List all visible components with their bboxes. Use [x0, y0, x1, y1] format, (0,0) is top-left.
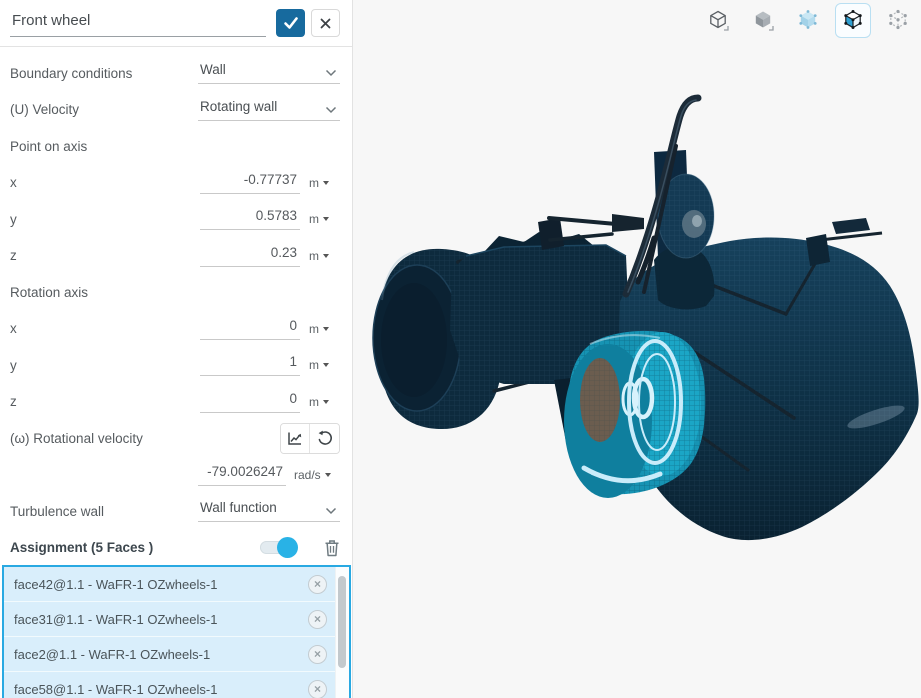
rotation-x-input[interactable]: 0 [200, 318, 300, 340]
point-on-axis-section: Point on axis [10, 128, 340, 165]
remove-face-button[interactable]: × [308, 609, 327, 629]
car-model[interactable] [354, 0, 921, 698]
point-z-unit-dropdown[interactable]: m [300, 249, 340, 263]
boundary-conditions-row: Boundary conditions Wall [10, 55, 340, 92]
view-mesh-cube-icon[interactable] [835, 3, 871, 38]
rotation-z-unit-dropdown[interactable]: m [300, 395, 340, 409]
panel-header: Front wheel [0, 0, 352, 47]
face-list-item[interactable]: face42@1.1 - WaFR-1 OZwheels-1 × [4, 567, 335, 602]
y-label: y [10, 357, 17, 373]
scrollbar-thumb[interactable] [338, 576, 346, 668]
rotational-velocity-value-row: -79.0026247 rad/s [10, 457, 340, 494]
point-x-input[interactable]: -0.77737 [200, 172, 300, 194]
x-label: x [10, 321, 17, 337]
point-y-unit-dropdown[interactable]: m [300, 212, 340, 226]
chevron-down-icon [325, 70, 337, 77]
formula-table-input-button[interactable] [281, 423, 310, 453]
turbulence-wall-row: Turbulence wall Wall function [10, 493, 340, 530]
assignment-row: Assignment (5 Faces ) [10, 530, 340, 567]
caret-down-icon [323, 253, 329, 258]
face-list-item[interactable]: face2@1.1 - WaFR-1 OZwheels-1 × [4, 637, 335, 672]
z-label: z [10, 248, 17, 264]
boundary-conditions-select[interactable]: Wall [198, 62, 340, 85]
caret-down-icon [323, 363, 329, 368]
remove-face-button[interactable]: × [308, 679, 327, 698]
view-mode-toolbar [700, 3, 916, 38]
rotational-velocity-input[interactable]: -79.0026247 [198, 464, 286, 486]
toggle-knob [277, 537, 298, 559]
point-x-row: x -0.77737 m [10, 165, 340, 202]
boundary-condition-panel: Front wheel Boundary conditions Wall (U)… [0, 0, 353, 698]
rotation-y-input[interactable]: 1 [200, 354, 300, 377]
rotational-velocity-row: (ω) Rotational velocity [10, 420, 340, 457]
assignment-toggle[interactable] [260, 537, 298, 559]
bc-name-input[interactable]: Front wheel [10, 9, 266, 38]
rotation-x-unit-dropdown[interactable]: m [300, 322, 340, 336]
point-x-unit-dropdown[interactable]: m [300, 176, 340, 190]
rotation-y-row: y 1 m [10, 347, 340, 384]
rotation-x-row: x 0 m [10, 311, 340, 348]
point-z-row: z 0.23 m [10, 238, 340, 275]
assignment-face-list: face42@1.1 - WaFR-1 OZwheels-1 × face31@… [2, 565, 351, 698]
x-label: x [10, 175, 17, 191]
face-rows: face42@1.1 - WaFR-1 OZwheels-1 × face31@… [4, 567, 335, 698]
remove-face-button[interactable]: × [308, 644, 327, 664]
y-label: y [10, 211, 17, 227]
chevron-down-icon [325, 508, 337, 515]
caret-down-icon [323, 180, 329, 185]
assignment-label: Assignment (5 Faces ) [10, 540, 154, 556]
velocity-label: (U) Velocity [10, 102, 80, 118]
rotation-z-input[interactable]: 0 [200, 391, 300, 413]
rotational-velocity-unit-dropdown[interactable]: rad/s [286, 468, 340, 482]
face-list-item[interactable]: face58@1.1 - WaFR-1 OZwheels-1 × [4, 672, 335, 698]
check-icon [283, 17, 298, 29]
velocity-row: (U) Velocity Rotating wall [10, 92, 340, 129]
panel-body: Boundary conditions Wall (U) Velocity Ro… [0, 47, 352, 566]
point-z-input[interactable]: 0.23 [200, 245, 300, 267]
z-label: z [10, 394, 17, 410]
value-mode-button-group [280, 422, 340, 454]
rotation-axis-section: Rotation axis [10, 274, 340, 311]
caret-down-icon [323, 217, 329, 222]
caret-down-icon [323, 326, 329, 331]
view-solid-cube-icon[interactable] [745, 3, 781, 38]
trash-icon [325, 540, 339, 556]
velocity-select[interactable]: Rotating wall [198, 99, 340, 121]
view-wireframe-cube-icon[interactable] [700, 3, 736, 38]
point-y-input[interactable]: 0.5783 [200, 208, 300, 231]
view-transparent-cube-icon[interactable] [790, 3, 826, 38]
view-exploded-cube-icon[interactable] [880, 3, 916, 38]
delete-assignment-button[interactable] [324, 539, 340, 557]
chevron-down-icon [325, 106, 337, 113]
face-list-scrollbar[interactable] [335, 567, 349, 698]
caret-down-icon [323, 399, 329, 404]
cancel-button[interactable] [311, 9, 340, 37]
confirm-button[interactable] [276, 9, 305, 37]
rotational-velocity-label: (ω) Rotational velocity [10, 430, 143, 446]
simulation-app: Front wheel Boundary conditions Wall (U)… [0, 0, 921, 698]
turbulence-wall-select[interactable]: Wall function [198, 500, 340, 523]
close-icon [320, 18, 331, 28]
rotation-axis-label: Rotation axis [10, 284, 89, 300]
turbulence-wall-label: Turbulence wall [10, 503, 105, 519]
reset-icon [318, 430, 332, 446]
rotation-y-unit-dropdown[interactable]: m [300, 358, 340, 372]
rotation-z-row: z 0 m [10, 384, 340, 421]
remove-face-button[interactable]: × [308, 574, 327, 594]
point-y-row: y 0.5783 m [10, 201, 340, 238]
point-on-axis-label: Point on axis [10, 138, 88, 154]
boundary-conditions-label: Boundary conditions [10, 65, 133, 81]
3d-viewport[interactable] [354, 0, 921, 698]
reset-value-button[interactable] [310, 423, 339, 453]
face-list-item[interactable]: face31@1.1 - WaFR-1 OZwheels-1 × [4, 602, 335, 637]
chart-icon [288, 432, 302, 445]
caret-down-icon [324, 472, 331, 477]
